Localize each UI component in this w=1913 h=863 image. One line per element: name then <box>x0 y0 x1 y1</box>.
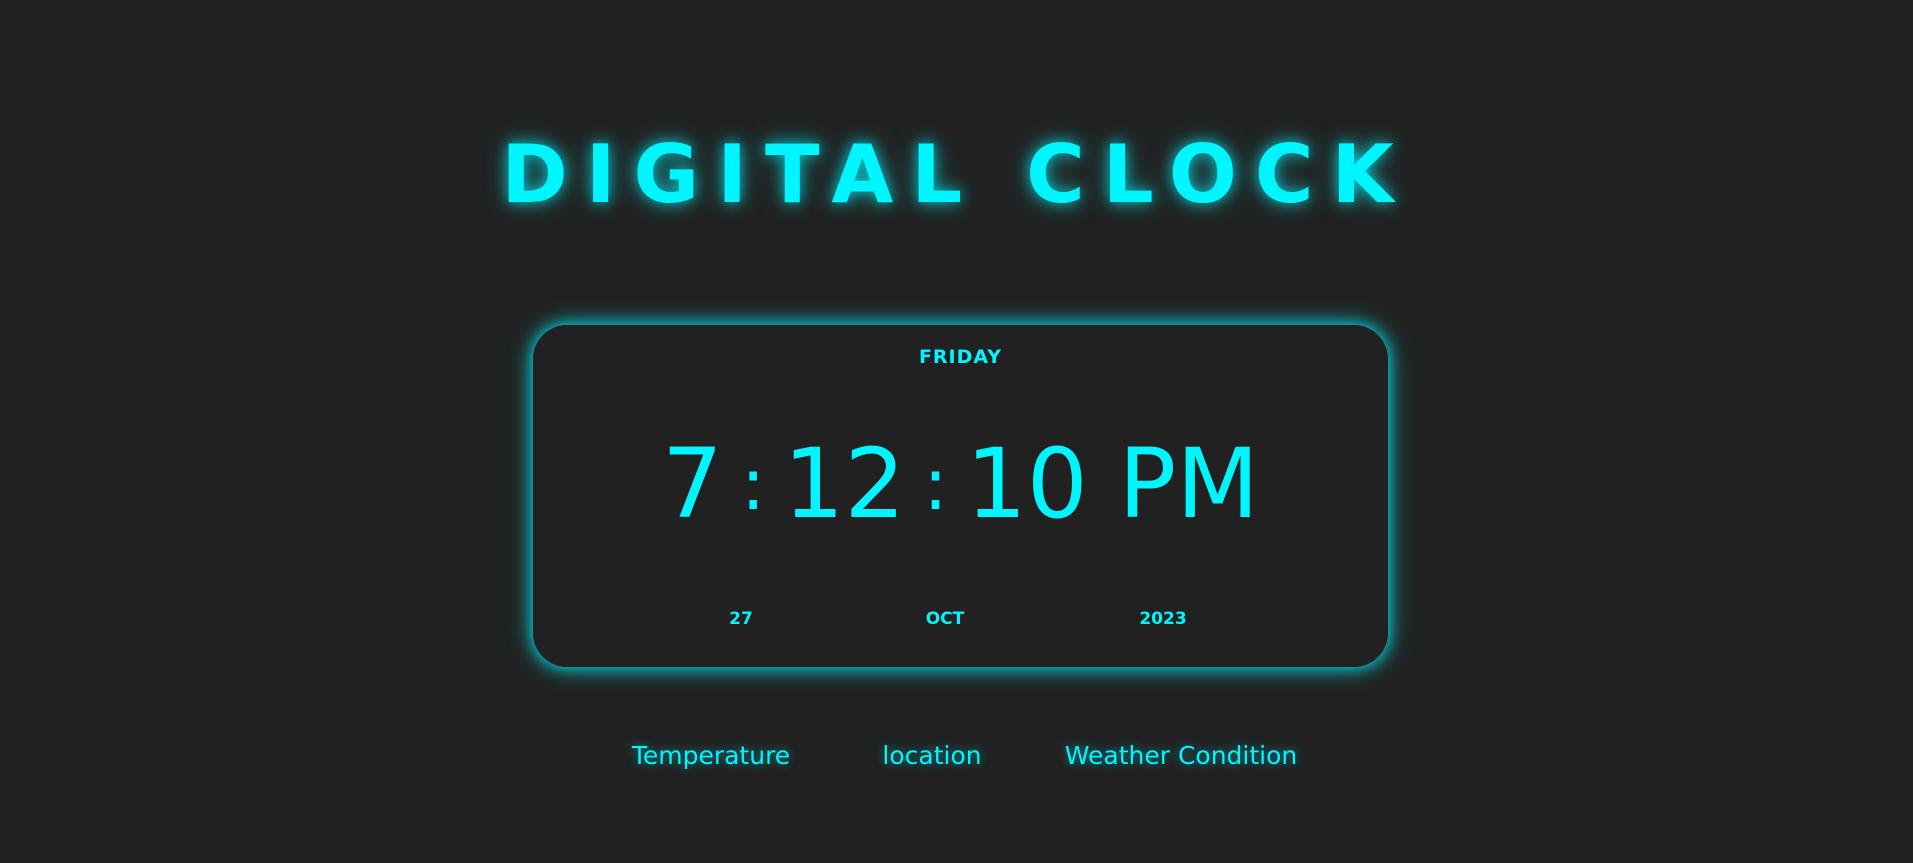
page-title: DIGITAL CLOCK <box>501 128 1412 221</box>
time-seconds: 10 <box>965 428 1088 540</box>
time-separator: : <box>741 442 766 526</box>
time-hours: 7 <box>661 428 723 540</box>
clock-card: FRIDAY 7:12:10 PM 27 OCT 2023 <box>533 325 1388 667</box>
time-separator: : <box>923 442 948 526</box>
weather-condition-label: Weather Condition <box>1064 741 1298 770</box>
info-row: Temperature location Weather Condition <box>0 738 1913 774</box>
date-day: 27 <box>729 609 753 629</box>
time-display: 7:12:10 PM <box>533 429 1388 539</box>
date-year: 2023 <box>1139 609 1187 629</box>
location-label: location <box>882 741 982 770</box>
date-month: OCT <box>925 609 965 629</box>
time-period: PM <box>1118 428 1260 540</box>
time-minutes: 12 <box>783 428 906 540</box>
weekday-label: FRIDAY <box>918 346 1003 368</box>
date-row: 27 OCT 2023 <box>533 608 1388 630</box>
temperature-label: Temperature <box>631 741 791 770</box>
